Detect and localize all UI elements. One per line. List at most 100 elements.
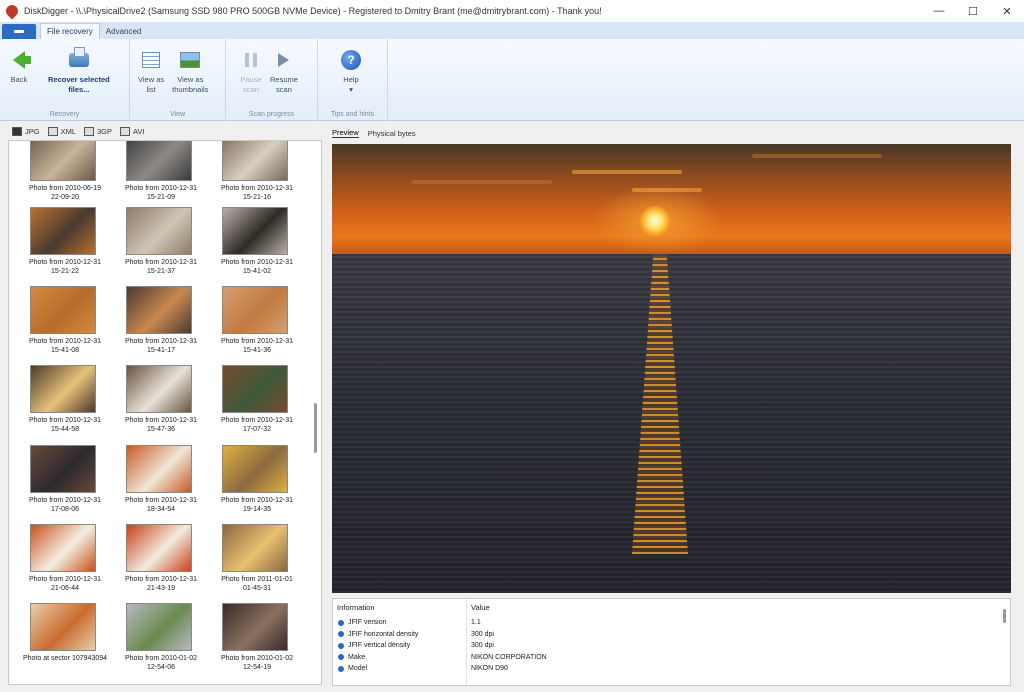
thumbnail-item[interactable]: Photo from 2010-01-02 12-54-06 [113, 603, 203, 683]
thumbnail-item[interactable]: Photo from 2010-01-02 12-54-19 [209, 603, 299, 683]
list-view-icon [140, 49, 162, 71]
tab-file-recovery[interactable]: File recovery [40, 23, 100, 39]
thumbnail-caption-line2: 12-54-06 [146, 664, 176, 671]
info-row-name: JFIF vertical density [348, 642, 411, 649]
thumbnail-caption: Photo from 2010-01-02 12-54-19 [209, 654, 305, 672]
thumbnail-caption-line2: 15-41-08 [50, 347, 80, 354]
thumbnail-caption: Photo from 2010-12-31 17-07-32 [209, 416, 305, 434]
app-menu-icon [14, 30, 24, 33]
ribbon-tab-strip: File recovery Advanced [0, 22, 1024, 39]
thumbnail-image [222, 207, 288, 255]
thumbnail-item[interactable]: Photo from 2010-12-31 15-41-08 [17, 286, 107, 366]
thumbnail-caption-line1: Photo from 2010-12-31 [221, 259, 293, 266]
ribbon-group-view-label: View [169, 111, 186, 118]
help-label: Help [343, 75, 359, 84]
thumbnail-item[interactable]: Photo from 2010-12-31 15-21-16 [209, 141, 299, 213]
close-button[interactable]: ✕ [990, 0, 1024, 22]
thumbnail-caption-line1: Photo from 2010-01-02 [221, 655, 293, 662]
thumbnail-item[interactable]: Photo from 2010-12-31 21-06-44 [17, 524, 107, 604]
recover-label-line1: Recover selected [48, 75, 110, 84]
resume-scan-button[interactable]: Resume scan [266, 45, 302, 107]
info-scrollbar-thumb[interactable] [1003, 609, 1006, 623]
thumbnail-caption-line1: Photo from 2010-12-31 [125, 576, 197, 583]
thumbnail-item[interactable]: Photo from 2010-12-31 15-41-36 [209, 286, 299, 366]
info-row-name: Model [348, 665, 368, 672]
thumbnail-item[interactable]: Photo from 2010-12-31 17-07-32 [209, 365, 299, 445]
pause-scan-button[interactable]: Pause scan [236, 45, 266, 107]
tab-physical-bytes[interactable]: Physical bytes [368, 129, 416, 138]
tab-advanced[interactable]: Advanced [100, 23, 148, 39]
thumbnail-caption-line2: 15-47-36 [146, 426, 176, 433]
back-button[interactable]: Back [4, 45, 34, 107]
thumbnail-caption: Photo from 2010-12-31 21-06-44 [17, 575, 113, 593]
thumbnail-caption-line1: Photo from 2010-12-31 [29, 576, 101, 583]
recover-selected-files-button[interactable]: Recover selected files... [44, 45, 114, 107]
thumbnail-item[interactable]: Photo at sector 107943094 [17, 603, 107, 683]
info-row-value: 1.1 [471, 619, 481, 626]
sun [640, 206, 670, 236]
info-row[interactable]: Model NIKON D90 [333, 663, 1010, 674]
pause-label-line1: Pause [240, 75, 262, 84]
thumbnail-scrollbar-thumb[interactable] [314, 403, 317, 453]
thumbnail-item[interactable]: Photo from 2010-12-31 17-08-06 [17, 445, 107, 525]
filetype-tab-avi[interactable]: AVI [120, 127, 145, 136]
app-menu-button[interactable] [2, 24, 36, 39]
view-as-thumbnails-button[interactable]: View as thumbnails [168, 45, 212, 107]
recover-drive-icon [68, 47, 90, 71]
thumbnail-image [30, 365, 96, 413]
info-header-name[interactable]: Information [337, 603, 375, 612]
thumbnail-item[interactable]: Photo from 2010-12-31 15-44-58 [17, 365, 107, 445]
thumbnail-image [126, 141, 192, 181]
thumbnail-caption: Photo from 2010-12-31 15-41-02 [209, 258, 305, 276]
thumbnail-item[interactable]: Photo from 2010-12-31 15-21-22 [17, 207, 107, 287]
view-as-list-button[interactable]: View as list [134, 45, 168, 107]
thumbnail-image [126, 286, 192, 334]
thumbnail-caption-line2: 21-06-44 [50, 585, 80, 592]
sunset-sky [332, 144, 1011, 254]
thumbnail-item[interactable]: Photo from 2010-12-31 15-21-37 [113, 207, 203, 287]
thumbnail-scrollbar[interactable] [312, 141, 318, 684]
thumbnail-caption: Photo from 2010-12-31 15-21-16 [209, 184, 305, 202]
thumbnail-item[interactable]: Photo from 2010-12-31 15-41-17 [113, 286, 203, 366]
thumbnail-item[interactable]: Photo from 2010-12-31 15-47-36 [113, 365, 203, 445]
thumbnail-caption-line1: Photo from 2011-01-01 [221, 576, 293, 583]
thumbnail-caption-line2: 19-14-35 [242, 506, 272, 513]
thumbnail-item[interactable]: Photo from 2010-12-31 15-41-02 [209, 207, 299, 287]
thumbnail-item[interactable]: Photo from 2010-12-31 15-21-09 [113, 141, 203, 213]
thumbnail-caption: Photo from 2010-12-31 15-41-36 [209, 337, 305, 355]
thumbnail-item[interactable]: Photo from 2010-12-31 19-14-35 [209, 445, 299, 525]
resume-label-line2: scan [276, 85, 292, 94]
info-header-value[interactable]: Value [471, 603, 490, 612]
thumbnail-item[interactable]: Photo from 2010-12-31 18-34-54 [113, 445, 203, 525]
thumbnail-item[interactable]: Photo from 2011-01-01 01-45-31 [209, 524, 299, 604]
file-info-table[interactable]: Information Value JFIF version 1.1 JFIF ho… [332, 598, 1011, 686]
thumbnail-panel[interactable]: Photo from 2010-06-19 22-09-20 Photo from … [8, 140, 322, 685]
info-row[interactable]: Make NIKON CORPORATION [333, 652, 1010, 663]
info-row[interactable]: JFIF version 1.1 [333, 617, 1010, 628]
info-row[interactable]: JFIF horizontal density 300 dpi [333, 629, 1010, 640]
thumbnail-image [30, 603, 96, 651]
thumbnail-item[interactable]: Photo from 2010-12-31 21-43-19 [113, 524, 203, 604]
thumbnail-caption-line2: 15-41-02 [242, 268, 272, 275]
help-button[interactable]: ? Help ▾ [336, 45, 366, 107]
thumbnail-image [30, 445, 96, 493]
filetype-3gp-label: 3GP [97, 127, 113, 136]
filetype-jpg-label: JPG [25, 127, 40, 136]
filetype-tab-jpg[interactable]: JPG [12, 127, 40, 136]
thumbnail-caption-line2: 18-34-54 [146, 506, 176, 513]
maximize-button[interactable]: ☐ [956, 0, 990, 22]
filetype-tab-xml[interactable]: XML [47, 127, 76, 136]
window-title: DiskDigger - \\.\PhysicalDrive2 (Samsung… [24, 6, 602, 16]
ribbon-group-tips: ? Help ▾ Tips and hints [318, 39, 388, 121]
thumbnail-caption: Photo from 2010-12-31 17-08-06 [17, 496, 113, 514]
minimize-button[interactable]: — [922, 0, 956, 22]
thumbnail-item[interactable]: Photo from 2010-06-19 22-09-20 [17, 141, 107, 213]
preview-image [332, 144, 1011, 593]
thumbnail-caption: Photo from 2010-12-31 15-21-09 [113, 184, 209, 202]
tab-preview[interactable]: Preview [332, 128, 359, 138]
filetype-tab-3gp[interactable]: 3GP [84, 127, 112, 136]
thumbnail-caption-line1: Photo from 2010-12-31 [125, 185, 197, 192]
thumbnail-caption-line2: 15-21-22 [50, 268, 80, 275]
thumbnail-caption-line1: Photo from 2010-12-31 [221, 497, 293, 504]
info-row[interactable]: JFIF vertical density 300 dpi [333, 640, 1010, 651]
